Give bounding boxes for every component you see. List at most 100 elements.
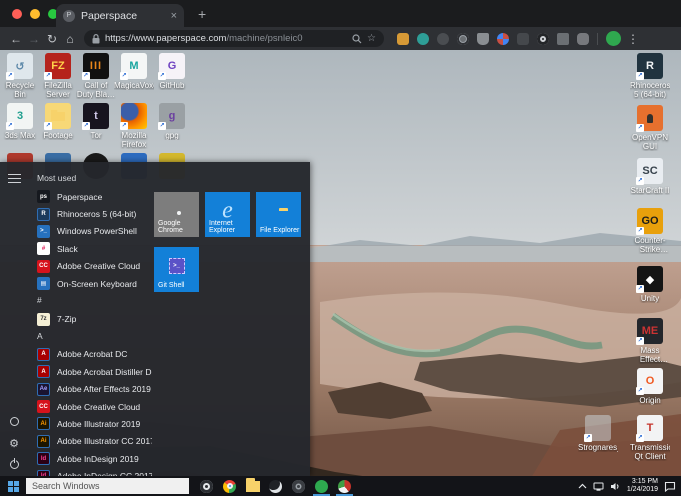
start-item-after-effects[interactable]: AeAdobe After Effects 2019 [33,381,152,398]
extension-icon-pinwheel[interactable] [497,33,509,45]
tile-google-chrome[interactable]: Google Chrome [154,192,199,237]
desktop-icon-starcraft[interactable]: SCStarCraft II [630,158,670,195]
start-item-label: Windows PowerShell [57,226,137,236]
taskbar-app-chrome[interactable] [218,476,241,496]
start-item-illustrator-2019[interactable]: AiAdobe Illustrator 2019 [33,415,152,432]
taskbar-app-steam[interactable] [264,476,287,496]
volume-icon[interactable] [610,482,621,491]
start-item-rhinoceros[interactable]: RRhinoceros 5 (64-bit) [33,205,152,222]
hamburger-menu-icon[interactable] [8,174,21,183]
csgo-icon: GO [637,208,663,234]
git-shell-icon: >_ [169,258,185,274]
start-button[interactable] [0,476,26,496]
desktop-icon-3dsmax[interactable]: 33ds Max [0,103,40,140]
desktop-icon-unity[interactable]: ◆Unity [630,266,670,303]
extension-icon-screenshot[interactable] [397,33,409,45]
remote-windows-desktop[interactable]: ↺Recycle Bin FZFileZilla Server IIICall … [0,50,681,496]
desktop-icon-csgo[interactable]: GO Counter-Strike Global Offensive [630,208,670,254]
tile-internet-explorer[interactable]: e Internet Explorer [205,192,250,237]
extension-icon-dimmed[interactable] [437,33,449,45]
search-input[interactable] [26,478,189,494]
start-item-indesign-2019[interactable]: IdAdobe InDesign 2019 [33,450,152,467]
desktop-icon-openvpn[interactable]: OpenVPN GUI [630,105,670,151]
tile-file-explorer[interactable]: File Explorer [256,192,301,237]
user-account-icon[interactable] [7,414,21,428]
desktop-icon-mass-effect[interactable]: MEMass Effect Andromeda [630,318,670,364]
network-icon[interactable] [593,482,604,491]
close-window-button[interactable] [12,9,22,19]
desktop-icon-magicavoxel[interactable]: MMagicaVoxel [114,53,154,90]
browser-menu-icon[interactable]: ⋮ [627,32,639,46]
taskbar-app-file-explorer[interactable] [241,476,264,496]
tray-chevron-icon[interactable] [578,483,587,489]
tile-label: File Explorer [260,227,299,234]
desktop-icon-rhinoceros[interactable]: RRhinoceros 5 (64-bit) [630,53,670,99]
tab-close-icon[interactable]: × [171,10,177,22]
home-icon[interactable]: ⌂ [61,30,79,48]
tile-git-shell[interactable]: >_ Git Shell [154,247,199,292]
power-icon[interactable] [7,457,21,471]
file-explorer-icon [246,481,260,492]
rhinoceros-icon: R [37,208,50,221]
start-item-acrobat-dc[interactable]: AAdobe Acrobat DC [33,346,152,363]
taskbar-app-record[interactable] [287,476,310,496]
tray-time: 3:15 PM [627,478,658,486]
section-hash-header[interactable]: # [33,292,152,310]
zoom-icon[interactable] [352,34,362,44]
bookmark-star-icon[interactable]: ☆ [367,34,376,44]
desktop-icon-label: Counter-Strike Global Offensive [630,236,670,254]
start-item-illustrator-cc2017[interactable]: AiAdobe Illustrator CC 2017 [33,433,152,450]
desktop-icon-cod[interactable]: IIICall of Duty Black Ops III [76,53,116,99]
url-path: /machine/psnleic0 [226,33,302,44]
desktop-icon-label: OpenVPN GUI [630,133,670,151]
extension-icon-shield[interactable] [477,33,489,45]
extension-icon-grey[interactable] [577,33,589,45]
start-item-indesign-cc2017[interactable]: IdAdobe InDesign CC 2017 [33,467,152,476]
desktop-icon-tor[interactable]: tTor [76,103,116,140]
extension-icon-record[interactable] [537,33,549,45]
desktop-icon-recycle-bin[interactable]: ↺Recycle Bin [0,53,40,99]
forward-icon[interactable]: → [25,30,43,48]
tray-clock[interactable]: 3:15 PM 1/24/2019 [627,478,658,494]
start-item-paperspace[interactable]: psPaperspace [33,188,152,205]
recycle-bin-icon: ↺ [7,53,33,79]
taskbar-app-spotify[interactable] [310,476,333,496]
start-item-acrobat-distiller[interactable]: AAdobe Acrobat Distiller DC [33,363,152,380]
start-item-slack[interactable]: #Slack [33,240,152,257]
tab-paperspace[interactable]: P Paperspace × [56,4,184,27]
start-item-label: 7-Zip [57,314,76,324]
tile-label: Google Chrome [158,220,199,234]
section-a-header[interactable]: A [33,328,152,346]
desktop-icon-gpg[interactable]: ggpg [152,103,192,140]
desktop-icon-label: Strognares_... [578,443,618,452]
taskbar-app-transmission[interactable] [333,476,356,496]
desktop-icon-footage-folder[interactable]: Footage [38,103,78,140]
desktop-icon-strognares[interactable]: Strognares_... [578,415,618,452]
start-item-creative-cloud[interactable]: CCAdobe Creative Cloud [33,258,152,275]
extension-icon-dark-square[interactable] [517,33,529,45]
profile-avatar[interactable] [606,31,621,46]
start-item-onscreen-keyboard[interactable]: ▤On-Screen Keyboard [33,275,152,292]
start-item-7zip[interactable]: 7z7-Zip [33,310,152,327]
start-item-creative-cloud-a[interactable]: CCAdobe Creative Cloud [33,398,152,415]
address-bar[interactable]: https://www.paperspace.com/machine/psnle… [84,30,384,47]
desktop-icon-firefox[interactable]: Mozilla Firefox [114,103,154,149]
start-item-powershell[interactable]: >_Windows PowerShell [33,223,152,240]
extension-icon-target[interactable] [457,33,469,45]
desktop-icon-origin[interactable]: OOrigin [630,368,670,405]
desktop-icon-github[interactable]: GGitHub [152,53,192,90]
desktop-icon-label: StarCraft II [630,186,670,195]
extension-icon-teal[interactable] [417,33,429,45]
extension-icon-dots[interactable] [557,33,569,45]
minimize-window-button[interactable] [30,9,40,19]
new-tab-button[interactable]: + [198,6,206,22]
settings-gear-icon[interactable]: ⚙ [7,436,21,450]
taskbar-app-eye-browser[interactable] [195,476,218,496]
reload-icon[interactable]: ↻ [43,30,61,48]
desktop-icon-transmission[interactable]: TTransmission Qt Client [630,415,670,461]
desktop-icon-filezilla[interactable]: FZFileZilla Server [38,53,78,99]
slack-icon: # [37,242,50,255]
action-center-icon[interactable] [664,481,676,492]
tab-title: Paperspace [81,10,165,22]
back-icon[interactable]: ← [7,30,25,48]
